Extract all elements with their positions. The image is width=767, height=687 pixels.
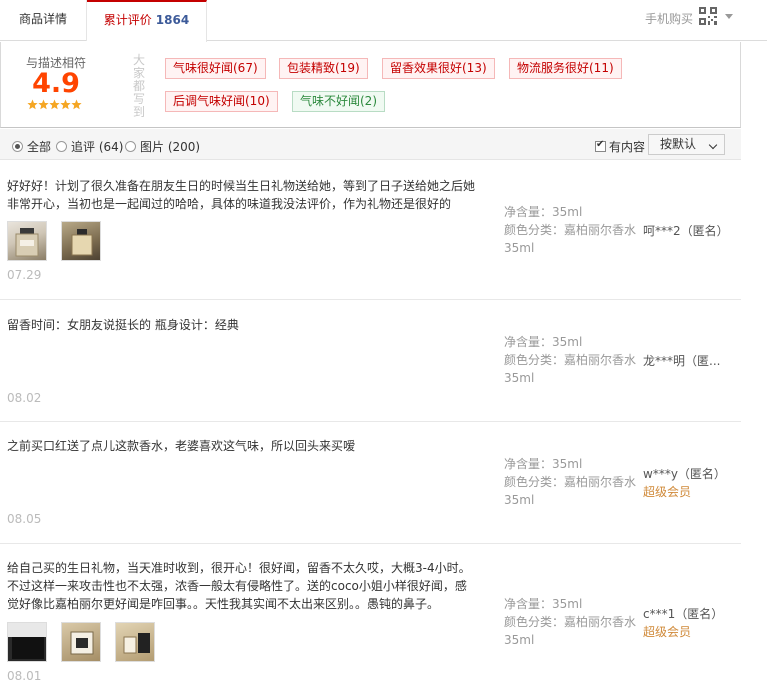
impression-tag[interactable]: 气味很好闻(67)	[165, 58, 266, 79]
review-photo-thumbnail[interactable]	[61, 221, 101, 261]
tab-reviews[interactable]: 累计评价 1864	[87, 0, 207, 42]
sku-color: 颜色分类：嘉柏丽尔香水35ml	[504, 615, 637, 647]
review-date: 08.02	[7, 391, 42, 405]
has-content-label: 有内容	[609, 140, 646, 154]
has-content-checkbox[interactable]: 有内容	[595, 138, 645, 155]
sort-label: 按默认	[660, 137, 697, 151]
perfume-bottle-image	[15, 228, 39, 257]
review-filter-bar: 全部 追评 (64) 图片 (200) 有内容 按默认	[0, 129, 741, 160]
review-photo-thumbnail[interactable]	[7, 622, 47, 662]
star-icon	[60, 99, 71, 110]
review-text: 留香时间：女朋友说挺长的 瓶身设计：经典	[7, 318, 239, 332]
review-photo-thumbnail[interactable]	[61, 622, 101, 662]
tab-product-details[interactable]: 商品详情	[0, 0, 87, 41]
vip-badge: 超级会员	[643, 485, 692, 499]
review-text: 好好好！计划了很久准备在朋友生日的时候当生日礼物送给她，等到了日子送给她之后她非…	[7, 179, 476, 211]
review-item: 留香时间：女朋友说挺长的 瓶身设计：经典 08.02 净含量：35ml 颜色分类…	[0, 300, 741, 422]
impression-tag[interactable]: 物流服务很好(11)	[509, 58, 622, 79]
star-icon	[49, 99, 60, 110]
filter-followup-label: 追评 (64)	[71, 140, 124, 154]
filter-pictures-radio[interactable]: 图片 (200)	[125, 138, 200, 155]
review-sku: 净含量：35ml 颜色分类：嘉柏丽尔香水35ml	[504, 203, 636, 257]
review-photos	[7, 622, 169, 662]
filter-all-radio[interactable]: 全部	[12, 138, 51, 155]
review-sku: 净含量：35ml 颜色分类：嘉柏丽尔香水35ml	[504, 455, 636, 509]
impression-tag[interactable]: 后调气味好闻(10)	[165, 91, 278, 112]
reviewer-name: c***1（匿名）	[643, 607, 724, 621]
impression-tag[interactable]: 留香效果很好(13)	[382, 58, 495, 79]
sort-dropdown[interactable]: 按默认	[648, 134, 725, 155]
sku-color: 颜色分类：嘉柏丽尔香水35ml	[504, 475, 637, 507]
rating-summary: 与描述相符 4.9 大家都写到 气味很好闻(67) 包装精致(19) 留香效果很…	[0, 42, 741, 128]
radio-checked-icon	[12, 141, 23, 152]
reviewer-name: 龙***明（匿...	[643, 354, 721, 368]
radio-unchecked-icon	[125, 141, 136, 152]
mobile-buy-link[interactable]: 手机购买	[645, 10, 693, 27]
rating-block: 与描述相符 4.9	[1, 42, 113, 128]
review-photo-thumbnail[interactable]	[115, 622, 155, 662]
perfume-box-image	[70, 631, 94, 655]
perfume-bottle-image	[123, 633, 150, 654]
review-date: 08.01	[7, 669, 42, 683]
impression-tag[interactable]: 包装精致(19)	[279, 58, 368, 79]
impressions-label: 大家都写到	[133, 53, 146, 119]
reviewer-name: w***y（匿名）	[643, 467, 726, 481]
chevron-down-icon	[708, 140, 718, 150]
chevron-down-icon[interactable]	[725, 14, 733, 19]
tab-reviews-label: 累计评价	[103, 13, 152, 27]
rating-score: 4.9	[32, 68, 80, 99]
tab-reviews-count: 1864	[155, 13, 190, 27]
vip-badge: 超级会员	[643, 625, 692, 639]
star-icon	[71, 99, 82, 110]
reviewer-block: w***y（匿名） 超级会员	[643, 465, 726, 501]
review-item: 之前买口红送了点儿这款香水，老婆喜欢这气味，所以回头来买嗳 08.05 净含量：…	[0, 422, 741, 544]
reviewer-name: 呵***2（匿名）	[643, 224, 729, 238]
qr-code-icon[interactable]	[699, 7, 717, 25]
filter-pictures-label: 图片 (200)	[140, 140, 201, 154]
review-date: 08.05	[7, 512, 42, 526]
reviewer-block: c***1（匿名） 超级会员	[643, 605, 723, 641]
review-item: 好好好！计划了很久准备在朋友生日的时候当生日礼物送给她，等到了日子送给她之后她非…	[0, 160, 741, 300]
impression-tag[interactable]: 气味不好闻(2)	[292, 91, 385, 112]
review-photo-thumbnail[interactable]	[7, 221, 47, 261]
gift-box-image	[8, 623, 46, 659]
review-text: 之前买口红送了点儿这款香水，老婆喜欢这气味，所以回头来买嗳	[7, 439, 356, 453]
review-sku: 净含量：35ml 颜色分类：嘉柏丽尔香水35ml	[504, 595, 636, 649]
filter-followup-radio[interactable]: 追评 (64)	[56, 138, 123, 155]
review-sku: 净含量：35ml 颜色分类：嘉柏丽尔香水35ml	[504, 333, 636, 387]
review-date: 07.29	[7, 268, 42, 282]
sku-color: 颜色分类：嘉柏丽尔香水35ml	[504, 353, 637, 385]
radio-unchecked-icon	[56, 141, 67, 152]
checkbox-checked-icon	[595, 139, 606, 152]
star-icon	[38, 99, 49, 110]
star-icon	[27, 99, 38, 110]
review-photos	[7, 221, 115, 261]
rating-stars	[27, 99, 82, 110]
sku-volume: 净含量：35ml	[504, 597, 583, 611]
sku-color: 颜色分类：嘉柏丽尔香水35ml	[504, 223, 637, 255]
filter-all-label: 全部	[27, 140, 52, 154]
sku-volume: 净含量：35ml	[504, 335, 583, 349]
perfume-bottle-image	[71, 229, 93, 256]
review-item: 给自己买的生日礼物，当天准时收到，很开心！很好闻，留香不太久哎，大概3-4小时。…	[0, 544, 741, 687]
tab-bar: 商品详情 累计评价 1864 手机购买	[0, 0, 767, 42]
review-text: 给自己买的生日礼物，当天准时收到，很开心！很好闻，留香不太久哎，大概3-4小时。…	[7, 561, 471, 611]
sku-volume: 净含量：35ml	[504, 457, 583, 471]
sku-volume: 净含量：35ml	[504, 205, 583, 219]
